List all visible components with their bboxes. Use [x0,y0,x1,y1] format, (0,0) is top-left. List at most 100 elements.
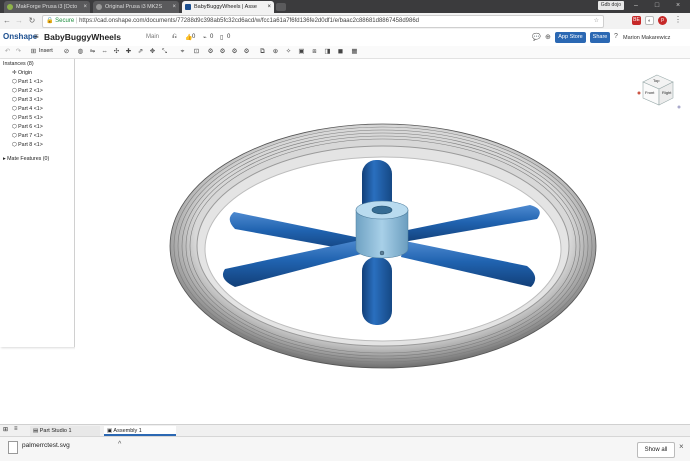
instance-item[interactable]: ⬡ Part 2 <1> [12,87,43,96]
rack-pinion-icon[interactable]: ⚙ [218,47,227,56]
tab-title: BabyBuggyWheels | Asse [194,4,257,10]
maximize-icon[interactable]: □ [647,0,667,12]
origin-icon: ✛ [12,70,17,76]
close-window-icon[interactable]: × [668,0,688,12]
insert-element-icon[interactable]: ⊞ [3,426,8,433]
browser-tab-babybuggywheels[interactable]: BabyBuggyWheels | Asse × [182,1,274,13]
undo-icon[interactable]: ↶ [3,47,12,56]
pattern-icon[interactable]: ⊕ [271,47,280,56]
comments-icon[interactable]: 💬 [532,33,541,41]
mate-connector-icon[interactable]: ⌖ [178,47,187,56]
tab-list-icon[interactable]: ≡ [14,426,18,432]
share-button[interactable]: Share [590,32,610,43]
planar-mate-icon[interactable]: ✚ [124,47,133,56]
tab-assembly-1[interactable]: ▣ Assembly 1 [104,426,176,436]
show-all-button[interactable]: Show all [637,442,675,458]
onshape-logo[interactable]: Onshape [3,32,37,41]
parallel-mate-icon[interactable]: ⇗ [136,47,145,56]
chevron-up-icon[interactable]: ^ [118,441,121,448]
hamburger-menu-icon[interactable]: ≡ [34,32,39,41]
profile-chip[interactable]: Gdb dojo [597,1,624,10]
spoke-bottom [362,257,392,325]
extension-icon[interactable]: ◐ [645,16,654,25]
view-cube-right-label[interactable]: Right [662,90,671,95]
link-icon[interactable]: ⌁ [203,34,207,41]
close-downloads-icon[interactable]: × [679,442,684,451]
document-title[interactable]: BabyBuggyWheels [44,32,121,42]
browser-tab-strip: MakForge Prusa i3 [Octo × Original Prusa… [0,0,690,13]
instance-item[interactable]: ⬡ Part 8 <1> [12,141,43,150]
instance-label: Part 6 <1> [18,124,43,130]
lock-icon: 🔒 [46,18,54,24]
instance-label: Part 1 <1> [18,79,43,85]
extension-badge-icon[interactable]: BE [632,16,641,25]
render-mode-icon[interactable]: ◼ [336,47,345,56]
instance-item[interactable]: ⬡ Part 3 <1> [12,96,43,105]
user-menu[interactable]: Marion Makarewicz [623,35,670,41]
onshape-favicon-icon [185,4,191,10]
new-tab-button[interactable] [276,3,286,11]
links-count: 0 [210,34,214,40]
measure-icon[interactable]: ⧈ [310,47,319,56]
back-icon[interactable]: ← [2,15,12,27]
help-icon[interactable]: ? [614,33,618,40]
view-cube[interactable]: Top Front Right [635,71,683,115]
bookmark-star-icon[interactable]: ☆ [594,16,599,27]
linear-relation-icon[interactable]: ⚙ [242,47,251,56]
browser-tab-makforge[interactable]: MakForge Prusa i3 [Octo × [4,1,90,13]
minimize-icon[interactable]: – [626,0,646,12]
close-tab-icon[interactable]: × [83,1,87,13]
app-store-button[interactable]: App Store [555,32,586,43]
revolute-mate-icon[interactable]: ◍ [76,47,85,56]
pinterest-icon[interactable]: p [658,16,667,25]
document-icon[interactable]: ▯ [220,34,223,41]
insert-button[interactable]: Insert [39,48,53,54]
screw-relation-icon[interactable]: ⚙ [230,47,239,56]
close-tab-icon[interactable]: × [267,1,271,13]
fastened-mate-icon[interactable]: ⊘ [62,47,71,56]
display-states-icon[interactable]: ▣ [297,47,306,56]
download-item[interactable]: palmerrctest.svg [22,442,70,449]
instance-label: Part 8 <1> [18,142,43,148]
slider-mate-icon[interactable]: ⇋ [88,47,97,56]
browser-tab-prusa[interactable]: Original Prusa i3 MK2S × [93,1,179,13]
replicate-icon[interactable]: ⧉ [258,47,267,56]
graphics-viewport[interactable]: Top Front Right [75,59,690,424]
downloads-bar: palmerrctest.svg ^ Show all × [0,436,690,461]
instance-item[interactable]: ⬡ Part 6 <1> [12,123,43,132]
tangent-mate-icon[interactable]: ⤡ [160,47,169,56]
instance-item[interactable]: ⬡ Part 4 <1> [12,105,43,114]
view-options-icon[interactable]: ▦ [350,47,359,56]
url-bar[interactable]: 🔒 Secure | https://cad.onshape.com/docum… [42,15,604,28]
tab-part-studio-1[interactable]: ▤ Part Studio 1 [30,426,100,436]
versions-count: 0 [227,34,231,40]
view-cube-top-label[interactable]: Top [653,78,659,83]
close-tab-icon[interactable]: × [172,1,176,13]
ball-mate-icon[interactable]: ✥ [148,47,157,56]
forward-icon[interactable]: → [14,15,24,27]
instance-label: Part 7 <1> [18,133,43,139]
instances-header[interactable]: Instances (8) [3,60,34,69]
view-cube-front-label[interactable]: Front [645,90,654,95]
reload-icon[interactable]: ↻ [27,15,37,27]
instance-label: Part 5 <1> [18,115,43,121]
instance-item[interactable]: ⬡ Part 5 <1> [12,114,43,123]
redo-icon[interactable]: ↷ [14,47,23,56]
explode-icon[interactable]: ✧ [284,47,293,56]
section-view-icon[interactable]: ◨ [323,47,332,56]
insert-icon[interactable]: ⊞ [29,47,38,56]
group-icon[interactable]: ⊡ [192,47,201,56]
notifications-icon[interactable]: ⊕ [545,33,551,41]
versions-graph-icon[interactable]: ⎌ [172,34,177,41]
wheel-model[interactable] [75,59,690,424]
origin-item[interactable]: ✛ Origin [12,69,32,78]
menu-kebab-icon[interactable]: ⋮ [674,15,682,24]
mate-features-item[interactable]: ▸ Mate Features (0) [3,155,49,164]
pin-slot-mate-icon[interactable]: ✣ [112,47,121,56]
cylindrical-mate-icon[interactable]: ⇔ [100,47,109,56]
workspace-label[interactable]: Main [146,34,159,40]
assembly-toolbar: ↶ ↷ ⊞ Insert ⊘ ◍ ⇋ ⇔ ✣ ✚ ⇗ ✥ ⤡ ⌖ ⊡ ⚙ ⚙ ⚙… [0,46,690,59]
gear-relation-icon[interactable]: ⚙ [206,47,215,56]
instance-item[interactable]: ⬡ Part 1 <1> [12,78,43,87]
instance-item[interactable]: ⬡ Part 7 <1> [12,132,43,141]
